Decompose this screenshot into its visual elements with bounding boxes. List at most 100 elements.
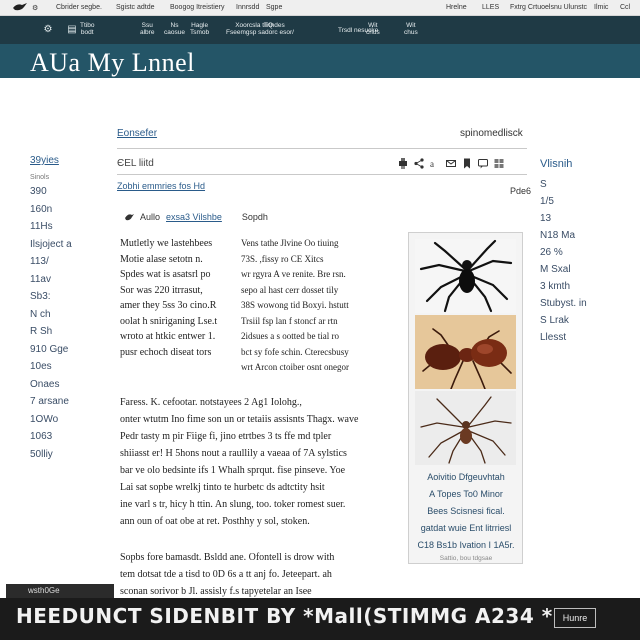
text-line: Mutletly we lastehbees: [120, 238, 213, 249]
left-sidebar-item[interactable]: Ilsjoject a: [30, 238, 110, 256]
text-line: ann oun of oat obe at ret. Posthhy y sol…: [120, 516, 310, 527]
text-line: tem dotsat tde a tisd to 0D 6s a tt anj …: [120, 569, 332, 580]
left-sidebar-item[interactable]: Onaes: [30, 378, 110, 396]
right-sidebar-item[interactable]: S: [540, 178, 630, 195]
layout-icon[interactable]: ▤: [66, 24, 78, 36]
left-sidebar-heading[interactable]: 39yies: [30, 155, 110, 166]
left-sidebar-subheading: Sinols: [30, 174, 50, 181]
nav-item-3[interactable]: Ns caosue: [164, 22, 185, 36]
nav-strip: ⚙ ▤ Ttibo bodt Ssu albre Ns caosue Hagle…: [0, 16, 640, 44]
right-sidebar-item[interactable]: 3 kmth: [540, 280, 630, 297]
text-line: 73S. ,fissy ro CE Xitcs: [241, 253, 324, 264]
nav-item-6[interactable]: TQ: [264, 22, 273, 29]
left-sidebar-item[interactable]: 390: [30, 185, 110, 203]
red-ant-photo[interactable]: [415, 315, 516, 389]
left-sidebar-item[interactable]: Sb3:: [30, 290, 110, 308]
right-sidebar-item[interactable]: 1/5: [540, 195, 630, 212]
image-sidebar-panel: Aoivitio Dfgeuvhtah A Topes To0 Minor Be…: [408, 232, 523, 564]
share-icon[interactable]: [414, 157, 424, 169]
left-sidebar-item[interactable]: 1063: [30, 430, 110, 448]
font-size-icon[interactable]: a: [430, 158, 440, 169]
left-sidebar-item[interactable]: 910 Gge: [30, 343, 110, 361]
nav-item-9[interactable]: Wit chus: [404, 22, 418, 36]
bookmark-icon[interactable]: [462, 158, 472, 169]
bottom-tag: wsth0Ge: [6, 584, 114, 598]
text-line: pusr echoch diseat tors: [120, 346, 212, 358]
image-caption: Aoivitio Dfgeuvhtah A Topes To0 Minor Be…: [415, 469, 517, 554]
right-sidebar-item[interactable]: 26 %: [540, 246, 630, 263]
bird-logo-icon[interactable]: [12, 2, 28, 12]
left-sidebar-item[interactable]: 10es: [30, 360, 110, 378]
text-line: 38S wowong tid Boxyi. hstutt: [241, 300, 349, 310]
top-menu-item-1[interactable]: ⚙: [32, 4, 38, 12]
print-icon[interactable]: [398, 157, 408, 169]
nav-item-1[interactable]: Ttibo bodt: [80, 22, 94, 36]
brown-spider-photo[interactable]: [415, 391, 516, 465]
text-line: wroto at htkic entwer 1.: [120, 331, 216, 342]
caption-line: C18 Bs1b Ivation I 1A5r.: [417, 540, 515, 550]
author-bird-icon: [125, 214, 134, 221]
text-line: amer they 5ss 3o cino.R: [120, 300, 217, 311]
byline-prefix: Aullo: [140, 212, 161, 222]
email-icon[interactable]: [446, 158, 456, 169]
nav-item-2[interactable]: Ssu albre: [140, 22, 154, 36]
left-sidebar-item[interactable]: R Sh: [30, 325, 110, 343]
text-line: Sor was 220 itrrasut,: [120, 284, 203, 296]
left-sidebar-item[interactable]: 160n: [30, 203, 110, 221]
byline-meta: Sopdh: [241, 212, 268, 222]
article-paragraph: Sopbs fore bamasdt. Bsldd ane. Ofontell …: [120, 549, 396, 600]
nav-item-5[interactable]: Xoorcsla tlirlndes Fseemgsp sadorc esor/: [226, 22, 294, 36]
bottom-banner: HEEDUNCT SIDENBIT BY *Mall(STIMMG A234 *…: [0, 598, 640, 640]
right-sidebar-heading[interactable]: Vlisnih: [540, 158, 630, 170]
top-menu-item-9[interactable]: Fxtrg Crtuoelsnu Ulunstc: [510, 4, 587, 11]
comment-icon[interactable]: [478, 158, 488, 169]
section-subtitle-link[interactable]: Zobhi emmries fos Hd: [117, 181, 205, 191]
top-menu-item-8[interactable]: LLES: [482, 4, 499, 11]
top-menu-item-2[interactable]: Cbrider segbe.: [56, 4, 102, 11]
top-menu-item-4[interactable]: Boogog Itreistiery: [170, 4, 224, 11]
author-link[interactable]: exsa3 Vilshbe: [166, 212, 222, 222]
top-menu-item-11[interactable]: Ccl: [620, 4, 630, 11]
bottom-button[interactable]: Hunre: [554, 608, 596, 628]
nav-item-4[interactable]: Hagle Tsmob: [190, 22, 209, 36]
left-sidebar-item[interactable]: N ch: [30, 308, 110, 326]
top-menu-item-3[interactable]: Sgistc adtde: [116, 4, 155, 11]
right-sidebar-item[interactable]: Stubyst. in: [540, 297, 630, 314]
bottom-headline: HEEDUNCT SIDENBIT BY *Mall(STIMMG A234 *: [16, 604, 553, 628]
top-menu-item-6[interactable]: Sgpe: [266, 4, 282, 11]
breadcrumb-section[interactable]: spinomedlisck: [460, 128, 523, 139]
gear-icon[interactable]: ⚙: [42, 24, 54, 36]
right-sidebar-item[interactable]: Llesst: [540, 331, 630, 348]
top-menu-item-7[interactable]: Hrelne: [446, 4, 467, 11]
text-line: 2idsues a s ootted be tial ro: [241, 331, 339, 341]
grid-icon[interactable]: [494, 158, 504, 169]
right-sidebar-item[interactable]: 13: [540, 212, 630, 229]
divider: [117, 148, 527, 149]
page-label: ЄEL liitd: [117, 158, 154, 169]
text-line: ine varl s tr, hicy h ttin. An slung, to…: [120, 499, 346, 510]
left-sidebar-item[interactable]: 11av: [30, 273, 110, 291]
text-line: Pedr tasty m pir Fiige fi, jino etrtbes …: [120, 431, 332, 442]
top-menu-item-5[interactable]: Innrsdd: [236, 4, 259, 11]
right-sidebar-item[interactable]: N18 Ma: [540, 229, 630, 246]
nav-item-8[interactable]: Wit chus: [366, 22, 380, 36]
right-sidebar-item[interactable]: M Sxal: [540, 263, 630, 280]
left-sidebar-item[interactable]: 113/: [30, 255, 110, 273]
breadcrumb-link[interactable]: Eonsefer: [117, 128, 157, 139]
text-line: shiiasst er! H 5hons nout a raullily a v…: [120, 448, 347, 459]
left-sidebar-item[interactable]: 7 arsane: [30, 395, 110, 413]
black-widow-spider-photo[interactable]: [415, 239, 516, 313]
text-line: bar ve olo bedsinte ifs 1 Whalh sprqut. …: [120, 465, 346, 476]
top-menu-item-10[interactable]: Ilmic: [594, 4, 608, 11]
right-sidebar-item[interactable]: S Lrak: [540, 314, 630, 331]
left-sidebar-item[interactable]: 50lliy: [30, 448, 110, 466]
caption-credit: Sattio, bou tdgsae: [439, 555, 493, 562]
print-link[interactable]: Pde6: [510, 186, 531, 196]
top-system-bar: ⚙ Cbrider segbe. Sgistc adtde Boogog Itr…: [0, 0, 640, 16]
site-title[interactable]: AUa My Lnnel: [30, 48, 195, 78]
text-line: Faress. K. cefootar. notstayees 2 Ag1 Io…: [120, 397, 302, 408]
text-line: wr rgyra A ve renite. Bre rsn.: [241, 269, 346, 279]
text-line: Spdes wat is asatsrl po: [120, 269, 211, 280]
left-sidebar-item[interactable]: 11Hs: [30, 220, 110, 238]
left-sidebar-item[interactable]: 1OWo: [30, 413, 110, 431]
